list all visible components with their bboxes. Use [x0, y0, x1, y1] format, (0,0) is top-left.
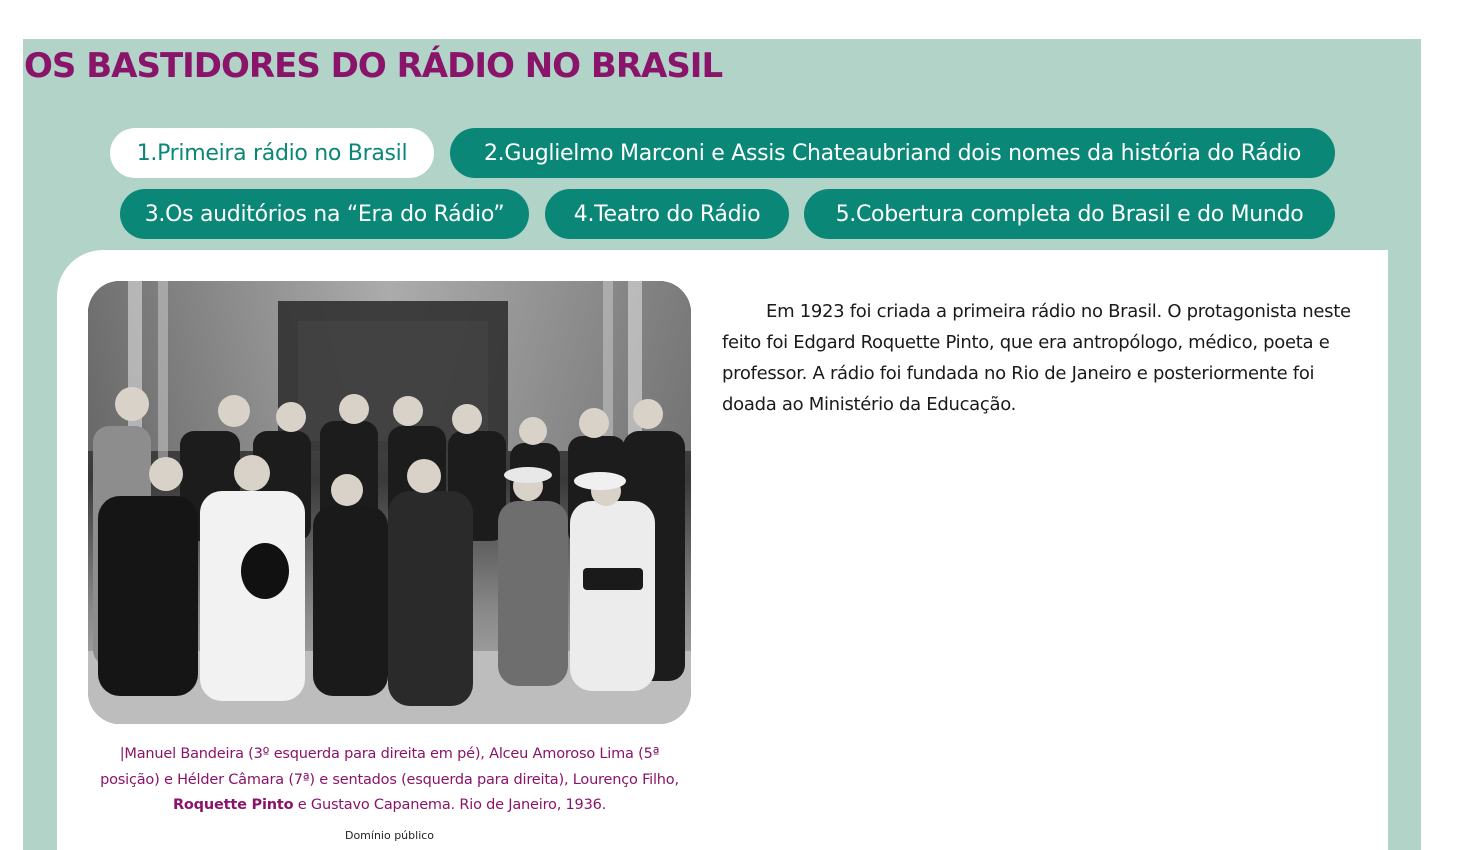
tab-auditorios[interactable]: 3.Os auditórios na “Era do Rádio”: [120, 189, 529, 239]
tab-primeira-radio[interactable]: 1.Primeira rádio no Brasil: [110, 128, 434, 178]
page-title: OS BASTIDORES DO RÁDIO NO BRASIL: [24, 46, 723, 86]
caption-highlight: Roquette Pinto: [172, 797, 294, 813]
caption-text-start: |Manuel Bandeira (3º esquerda para direi…: [100, 746, 679, 788]
photo-credit: Domínio público: [344, 829, 435, 842]
caption-text-end: e Gustavo Capanema. Rio de Janeiro, 1936…: [293, 797, 607, 813]
tab-marconi-chateaubriand[interactable]: 2.Guglielmo Marconi e Assis Chateaubrian…: [450, 128, 1335, 178]
historic-group-photo: [88, 281, 691, 724]
article-paragraph: Em 1923 foi criada a primeira rádio no B…: [722, 301, 1351, 415]
tab-teatro-do-radio[interactable]: 4.Teatro do Rádio: [545, 189, 789, 239]
photo-caption: |Manuel Bandeira (3º esquerda para direi…: [88, 742, 691, 819]
tab-cobertura-completa[interactable]: 5.Cobertura completa do Brasil e do Mund…: [804, 189, 1335, 239]
